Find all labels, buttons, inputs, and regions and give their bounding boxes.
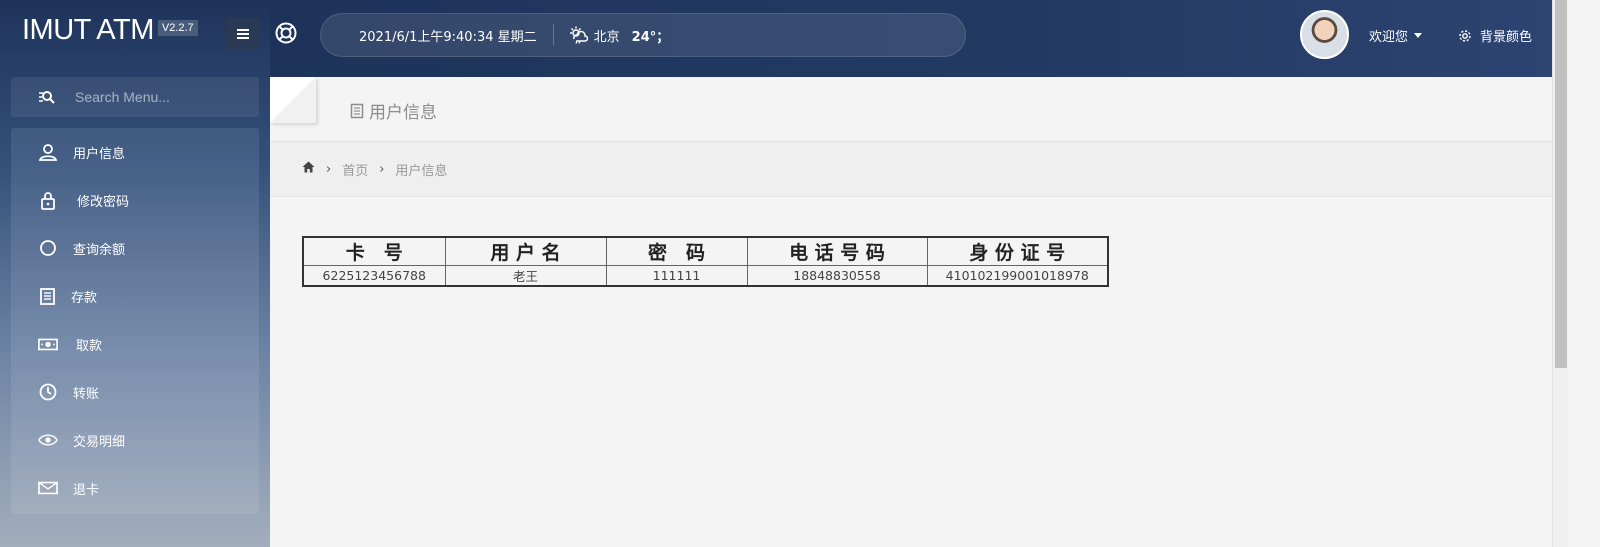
scrollbar-thumb[interactable] bbox=[1555, 0, 1567, 368]
chevron-right-icon: › bbox=[379, 161, 385, 177]
cell-phone: 18848830558 bbox=[746, 265, 928, 287]
eye-icon bbox=[37, 429, 59, 451]
user-dropdown[interactable]: 欢迎您 bbox=[1369, 26, 1423, 45]
table-header-row: 卡 号 用 户 名 密 码 电 话 号 码 身 份 证 号 bbox=[302, 236, 1109, 266]
avatar[interactable] bbox=[1300, 10, 1349, 59]
breadcrumb: › 首页 › 用户信息 bbox=[270, 142, 1552, 197]
corner-fold bbox=[270, 77, 316, 123]
sidebar-item-label: 转账 bbox=[73, 386, 100, 402]
search-input[interactable] bbox=[75, 89, 245, 105]
table-row: 6225123456788 老王 111111 18848830558 4101… bbox=[302, 265, 1109, 287]
sidebar-item-label: 用户信息 bbox=[73, 146, 126, 162]
sidebar-item-transactions[interactable]: 交易明细 bbox=[11, 416, 259, 464]
page-header: 用户信息 bbox=[270, 77, 1552, 142]
main-content: 用户信息 › 首页 › 用户信息 卡 号 用 户 名 密 码 电 话 号 码 身… bbox=[270, 77, 1552, 547]
page-edge bbox=[1568, 0, 1600, 547]
cell-card-number: 6225123456788 bbox=[302, 265, 446, 287]
column-header-password: 密 码 bbox=[605, 236, 748, 266]
page-title-text: 用户信息 bbox=[369, 103, 437, 123]
column-header-card-number: 卡 号 bbox=[302, 236, 446, 266]
lifebuoy-icon[interactable] bbox=[274, 21, 298, 45]
datetime-weather-bar: 2021/6/1上午9:40:34 星期二 北京 24°； bbox=[320, 13, 966, 57]
gear-icon bbox=[1459, 29, 1471, 42]
app-title: IMUT ATM bbox=[22, 14, 154, 46]
lock-icon bbox=[37, 189, 59, 211]
menu-toggle-button[interactable] bbox=[226, 18, 259, 49]
background-color-label: 背景颜色 bbox=[1480, 30, 1533, 45]
sidebar-item-user-info[interactable]: 用户信息 bbox=[11, 128, 259, 176]
version-badge: V2.2.7 bbox=[157, 20, 198, 37]
sidebar-item-label: 修改密码 bbox=[77, 194, 130, 210]
vertical-scrollbar[interactable] bbox=[1552, 0, 1568, 547]
cell-username: 老王 bbox=[444, 265, 607, 287]
cell-password: 111111 bbox=[605, 265, 748, 287]
sidebar: IMUT ATMV2.2.7 用户信息 bbox=[0, 0, 270, 547]
sidebar-item-withdraw[interactable]: 取款 bbox=[11, 320, 259, 368]
sidebar-menu: 用户信息 修改密码 查询余额 存款 取款 转账 交易明细 退卡 bbox=[11, 128, 259, 514]
sidebar-item-transfer[interactable]: 转账 bbox=[11, 368, 259, 416]
user-icon bbox=[37, 141, 59, 163]
divider bbox=[552, 24, 554, 46]
sidebar-item-balance[interactable]: 查询余额 bbox=[11, 224, 259, 272]
user-info-table: 卡 号 用 户 名 密 码 电 话 号 码 身 份 证 号 6225123456… bbox=[302, 236, 1109, 287]
search-icon bbox=[39, 91, 55, 104]
page-title: 用户信息 bbox=[350, 98, 437, 123]
sidebar-item-label: 退卡 bbox=[73, 482, 100, 498]
cell-id-number: 410102199001018978 bbox=[926, 265, 1109, 287]
sidebar-item-change-password[interactable]: 修改密码 bbox=[11, 176, 259, 224]
money-icon bbox=[37, 333, 59, 355]
caret-down-icon bbox=[1414, 33, 1423, 38]
column-header-phone: 电 话 号 码 bbox=[746, 236, 928, 266]
background-color-button[interactable]: 背景颜色 bbox=[1458, 26, 1532, 45]
sidebar-item-eject-card[interactable]: 退卡 bbox=[11, 464, 259, 512]
breadcrumb-current: 用户信息 bbox=[395, 163, 448, 179]
weather-city: 北京 bbox=[593, 29, 620, 45]
search-menu bbox=[11, 77, 259, 117]
current-datetime: 2021/6/1上午9:40:34 星期二 bbox=[359, 29, 537, 45]
breadcrumb-home[interactable]: 首页 bbox=[342, 160, 368, 179]
weather-icon bbox=[569, 26, 588, 44]
document-icon bbox=[37, 285, 59, 307]
sidebar-item-label: 存款 bbox=[71, 290, 98, 306]
app-brand[interactable]: IMUT ATM V2.2.7 bbox=[22, 14, 198, 47]
home-icon[interactable] bbox=[302, 161, 315, 177]
document-icon bbox=[350, 103, 364, 118]
sidebar-item-label: 查询余额 bbox=[73, 242, 126, 258]
sidebar-item-deposit[interactable]: 存款 bbox=[11, 272, 259, 320]
top-bar: 2021/6/1上午9:40:34 星期二 北京 24°； 欢迎您 背景颜色 bbox=[226, 0, 1552, 77]
welcome-label: 欢迎您 bbox=[1369, 30, 1409, 45]
sidebar-item-label: 交易明细 bbox=[73, 434, 126, 450]
column-header-id-number: 身 份 证 号 bbox=[926, 236, 1109, 266]
weather-temperature: 24°； bbox=[631, 29, 670, 45]
sidebar-item-label: 取款 bbox=[76, 338, 103, 354]
envelope-icon bbox=[37, 477, 59, 499]
app-root: IMUT ATMV2.2.7 用户信息 bbox=[0, 0, 1600, 547]
column-header-username: 用 户 名 bbox=[444, 236, 607, 266]
clock-icon bbox=[37, 381, 59, 403]
hamburger-icon bbox=[236, 28, 249, 39]
chevron-right-icon: › bbox=[326, 161, 332, 177]
circle-icon bbox=[37, 237, 59, 259]
